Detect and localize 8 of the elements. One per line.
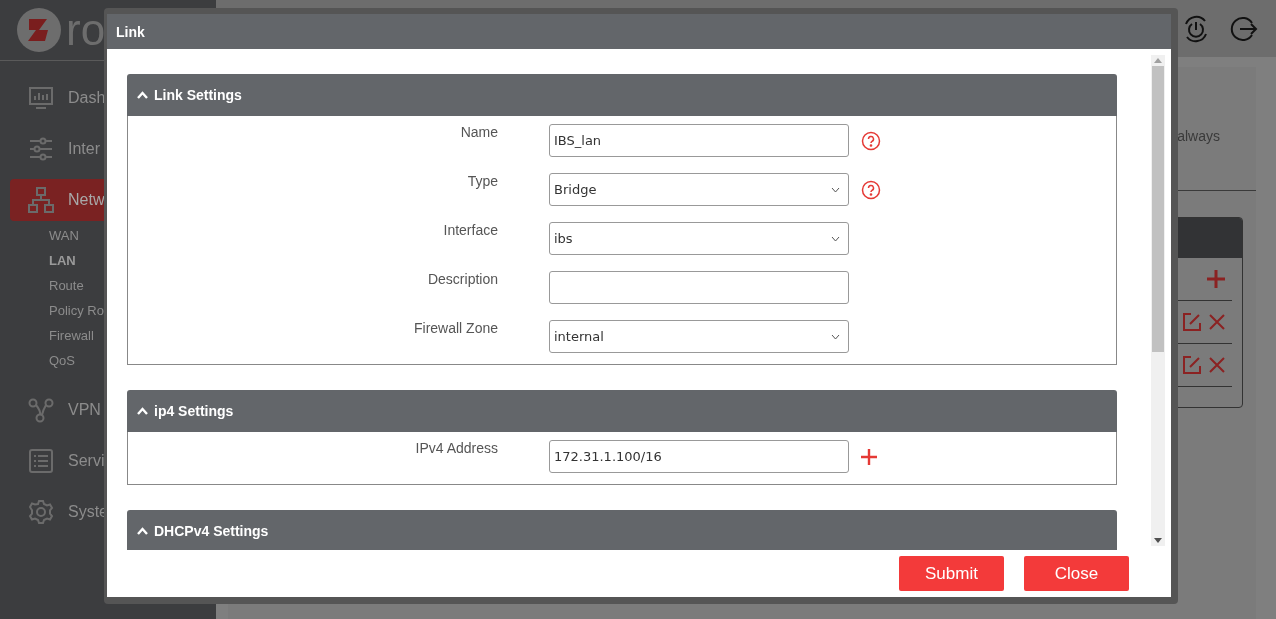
field-label: Firewall Zone <box>412 319 498 336</box>
status-text: always <box>1177 127 1220 144</box>
field-label: Type <box>466 172 498 189</box>
modal-title: Link <box>107 14 1171 49</box>
field-label: Name <box>459 123 498 140</box>
field-label: IPv4 Address <box>414 439 498 456</box>
field-label: Description <box>426 270 498 287</box>
field-label: Interface <box>442 221 498 238</box>
